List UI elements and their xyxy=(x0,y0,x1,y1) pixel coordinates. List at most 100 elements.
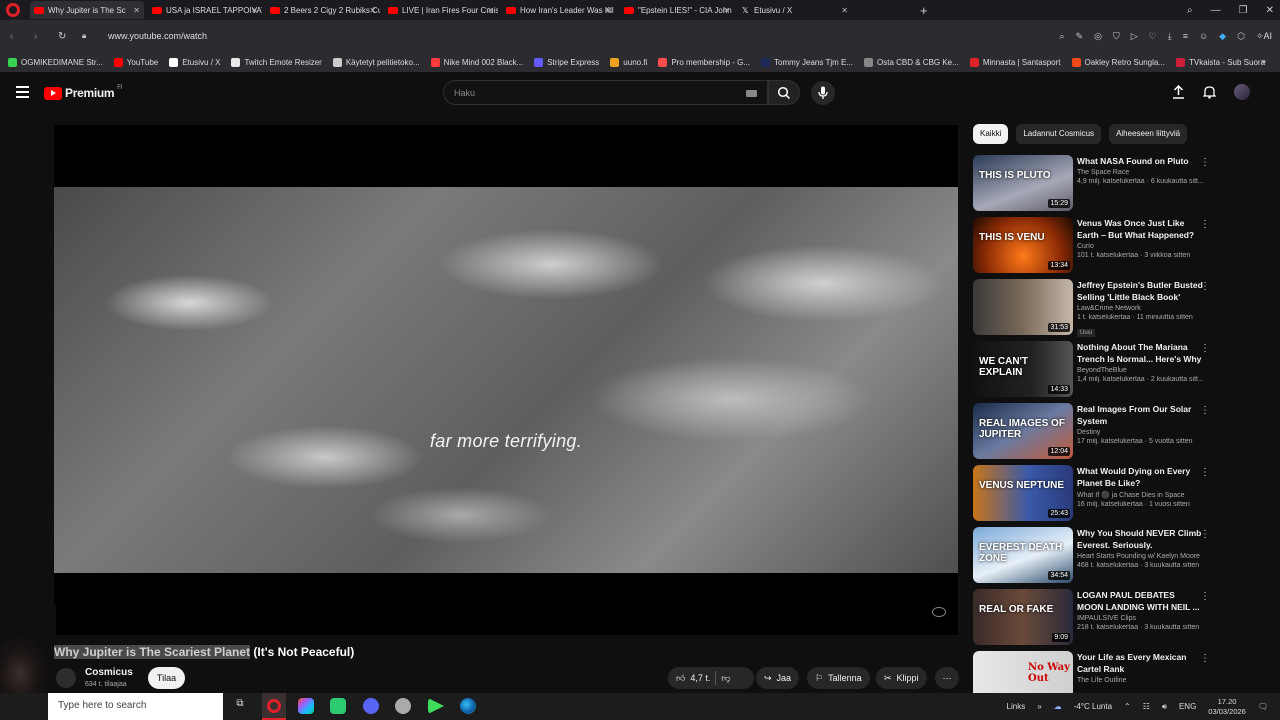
bookmark-item[interactable]: uuno.fi xyxy=(610,57,647,67)
weather-text[interactable]: -4°C Lunta xyxy=(1074,702,1112,711)
weather-icon[interactable]: ☁ xyxy=(1054,702,1062,711)
network-icon[interactable]: ☷ xyxy=(1143,702,1150,711)
recommendation-channel[interactable]: Law&Crime Network xyxy=(1077,305,1203,312)
page-scrollbar[interactable] xyxy=(1272,78,1276,688)
channel-avatar[interactable] xyxy=(56,668,76,688)
browser-tab[interactable]: 2 Beers 2 Cigy 2 Rubiks Cu ✕ xyxy=(266,1,380,19)
recommendation-item[interactable]: THIS IS PLUTO 15:29 What NASA Found on Plu… xyxy=(973,155,1218,211)
browser-tab[interactable]: LIVE | Iran Fires Four Cruis ✕ xyxy=(384,1,498,19)
close-tab-icon[interactable]: ✕ xyxy=(487,6,494,15)
video-thumbnail[interactable]: REAL IMAGES OF JUPITER 12:04 xyxy=(973,403,1073,459)
bookmark-item[interactable]: Stripe Express xyxy=(534,57,599,67)
keyboard-icon[interactable] xyxy=(746,90,757,97)
chat-app-icon[interactable] xyxy=(330,698,346,714)
video-thumbnail[interactable]: EVEREST DEATH ZONE 34:54 xyxy=(973,527,1073,583)
recommendation-title[interactable]: Venus Was Once Just Like Earth – But Wha… xyxy=(1077,217,1203,241)
recommendation-title[interactable]: Real Images From Our Solar System xyxy=(1077,403,1203,427)
recommendation-title[interactable]: Your Life as Every Mexican Cartel Rank xyxy=(1077,651,1203,675)
dislike-button[interactable]: 👎︎ xyxy=(721,673,730,684)
recommendation-item[interactable]: THIS IS VENU 13:34 Venus Was Once Just Lik… xyxy=(973,217,1218,273)
bookmark-item[interactable]: Etusivu / X xyxy=(169,57,220,67)
bookmarks-overflow-icon[interactable]: » xyxy=(1261,56,1266,66)
recommendation-channel[interactable]: What If ⚫ ja Chase Dies in Space xyxy=(1077,491,1203,499)
more-vert-icon[interactable]: ⋮ xyxy=(1200,405,1210,416)
bookmark-item[interactable]: Nike Mind 002 Black... xyxy=(430,57,523,67)
new-tab-button[interactable]: + xyxy=(920,3,928,18)
close-tab-icon[interactable]: ✕ xyxy=(133,6,140,15)
bookmark-item[interactable]: Osta CBD & CBG Ke... xyxy=(864,57,959,67)
bookmark-item[interactable]: Tommy Jeans Tjm E... xyxy=(761,57,853,67)
opera-logo-icon[interactable] xyxy=(6,3,20,17)
back-button[interactable]: ‹ xyxy=(10,31,24,42)
download-icon[interactable]: ⤓ xyxy=(1168,31,1172,42)
language-indicator[interactable]: ENG xyxy=(1179,702,1196,711)
notifications-icon[interactable]: 🗨︎ xyxy=(1258,702,1268,711)
more-actions-button[interactable]: ⋯ xyxy=(935,667,959,689)
notifications-bell-icon[interactable] xyxy=(1203,85,1216,99)
recommendation-channel[interactable]: Curio xyxy=(1077,243,1203,250)
clip-button[interactable]: ✂ Klippi xyxy=(876,667,927,689)
youtube-premium-logo[interactable]: Premium FI xyxy=(44,85,123,100)
recommendation-item[interactable]: REAL OR FAKE 9:09 LOGAN PAUL DEBATES MOON … xyxy=(973,589,1218,645)
browser-tab[interactable]: How Iran's Leader Was Kil ✕ xyxy=(502,1,616,19)
share-button[interactable]: ↪ Jaa xyxy=(756,667,800,689)
recommendation-item[interactable]: REAL IMAGES OF JUPITER 12:04 Real Images F… xyxy=(973,403,1218,459)
play-icon[interactable]: ▷ xyxy=(1131,31,1138,42)
recommendation-channel[interactable]: The Life Outline xyxy=(1077,677,1203,684)
video-thumbnail[interactable]: 31:53 xyxy=(973,279,1073,335)
search-tabs-icon[interactable]: ⌕ xyxy=(1187,5,1193,16)
like-button[interactable]: 👍︎ 4,7 t. xyxy=(676,673,710,684)
recommendation-item[interactable]: 31:53 Jeffrey Epstein's Butler Busted Sel… xyxy=(973,279,1218,337)
task-view-icon[interactable]: ⧉ xyxy=(232,698,248,714)
channel-watermark-icon[interactable] xyxy=(932,607,946,617)
edit-icon[interactable]: ✎ xyxy=(1076,31,1084,42)
settings-app-icon[interactable] xyxy=(395,698,411,714)
reload-button[interactable]: ↻ xyxy=(58,31,72,42)
channel-name[interactable]: Cosmicus xyxy=(85,667,133,678)
extension-icon[interactable]: ◆ xyxy=(1219,31,1226,42)
filter-chip[interactable]: Aiheeseen liittyviä xyxy=(1109,124,1188,144)
recommendation-title[interactable]: LOGAN PAUL DEBATES MOON LANDING WITH NEI… xyxy=(1077,589,1203,613)
recommendation-channel[interactable]: IMPAULSIVE Clips xyxy=(1077,615,1203,622)
video-thumbnail[interactable]: REAL OR FAKE 9:09 xyxy=(973,589,1073,645)
search-input[interactable]: Haku xyxy=(443,80,768,105)
recommendation-channel[interactable]: BeyondTheBlue xyxy=(1077,367,1203,374)
camera-icon[interactable]: ◎ xyxy=(1094,31,1102,42)
search-button[interactable] xyxy=(768,80,800,105)
recommendation-channel[interactable]: The Space Race xyxy=(1077,169,1203,176)
video-thumbnail[interactable]: WE CAN'T EXPLAIN 14:33 xyxy=(973,341,1073,397)
subscribe-button[interactable]: Tilaa xyxy=(148,667,185,689)
bookmark-item[interactable]: OGMIKEDIMANE Str... xyxy=(8,57,103,67)
bookmark-item[interactable]: Twitch Emote Resizer xyxy=(231,57,322,67)
minimize-button[interactable]: — xyxy=(1211,5,1221,16)
more-vert-icon[interactable]: ⋮ xyxy=(1200,157,1210,168)
filter-chip[interactable]: Ladannut Cosmicus xyxy=(1016,124,1102,144)
video-frame[interactable]: far more terrifying. xyxy=(54,187,958,573)
close-tab-icon[interactable]: ✕ xyxy=(723,6,730,15)
close-tab-icon[interactable]: ✕ xyxy=(251,6,258,15)
recommendation-item[interactable]: VENUS NEPTUNE 25:43 What Would Dying on Ev… xyxy=(973,465,1218,521)
close-window-button[interactable]: ✕ xyxy=(1266,5,1274,16)
more-vert-icon[interactable]: ⋮ xyxy=(1200,591,1210,602)
browser-tab[interactable]: Why Jupiter is The Sc ✕ xyxy=(30,1,144,19)
filter-chip[interactable]: Kaikki xyxy=(973,124,1009,144)
profile-icon[interactable]: ☺ xyxy=(1199,31,1208,41)
taskbar-search-input[interactable]: Type here to search xyxy=(48,693,223,720)
bookmark-item[interactable]: TVkaista - Sub Suora xyxy=(1175,57,1265,67)
bookmark-item[interactable]: Käytetyt pelitietoko... xyxy=(332,57,420,67)
recommendation-item[interactable]: WE CAN'T EXPLAIN 14:33 Nothing About The M… xyxy=(973,341,1218,397)
more-vert-icon[interactable]: ⋮ xyxy=(1200,467,1210,478)
close-tab-icon[interactable]: ✕ xyxy=(841,6,848,15)
cube-icon[interactable]: ⬡ xyxy=(1237,31,1245,42)
maximize-button[interactable]: ❐ xyxy=(1239,5,1248,16)
more-vert-icon[interactable]: ⋮ xyxy=(1200,343,1210,354)
heart-icon[interactable]: ♡ xyxy=(1149,31,1157,42)
voice-search-button[interactable] xyxy=(811,81,835,105)
video-player[interactable]: far more terrifying. xyxy=(54,125,958,635)
links-toolbar[interactable]: Links xyxy=(1007,702,1026,711)
discord-icon[interactable] xyxy=(363,698,379,714)
figma-icon[interactable] xyxy=(298,698,314,714)
edge-icon[interactable] xyxy=(460,698,476,714)
close-tab-icon[interactable]: ✕ xyxy=(605,6,612,15)
recommendation-title[interactable]: Jeffrey Epstein's Butler Busted Selling … xyxy=(1077,279,1203,303)
